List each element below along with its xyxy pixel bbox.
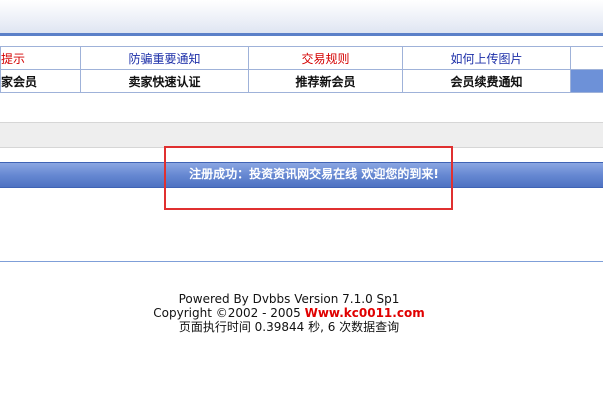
nav-link-seller-member[interactable]: 卖家会员 (0, 69, 81, 93)
gray-separator-bar (0, 122, 603, 148)
footer-divider (0, 261, 603, 262)
footer: Powered By Dvbbs Version 7.1.0 Sp1 Copyr… (0, 292, 578, 334)
nav-link-anti-fraud-notice[interactable]: 防骗重要通知 (80, 46, 249, 70)
nav-link-risk-tips[interactable]: 险提示 (0, 46, 81, 70)
nav-cell-empty (570, 46, 603, 70)
nav-cell-blue (570, 69, 603, 93)
nav-link-upload-images[interactable]: 如何上传图片 (402, 46, 571, 70)
site-brand-link[interactable]: Www.kc0011.com (305, 306, 425, 320)
nav-table: 险提示 防骗重要通知 交易规则 如何上传图片 卖家会员 卖家快速认证 推荐新会员… (0, 46, 603, 93)
powered-by-text: Powered By Dvbbs Version 7.1.0 Sp1 (178, 292, 400, 306)
copyright-text: Copyright ©2002 - 2005 (153, 306, 305, 320)
nav-link-renewal-notice[interactable]: 会员续费通知 (402, 69, 571, 93)
highlight-annotation-box (164, 146, 453, 210)
nav-link-recommend-member[interactable]: 推荐新会员 (248, 69, 403, 93)
nav-row-bottom: 卖家会员 卖家快速认证 推荐新会员 会员续费通知 (0, 69, 603, 93)
nav-row-top: 险提示 防骗重要通知 交易规则 如何上传图片 (0, 46, 603, 70)
nav-link-seller-verification[interactable]: 卖家快速认证 (80, 69, 249, 93)
execution-time-text: 页面执行时间 0.39844 秒, 6 次数据查询 (178, 320, 400, 334)
top-header-bar (0, 0, 603, 36)
copyright-line: Copyright ©2002 - 2005 Www.kc0011.com (0, 306, 578, 320)
nav-link-trade-rules[interactable]: 交易规则 (248, 46, 403, 70)
